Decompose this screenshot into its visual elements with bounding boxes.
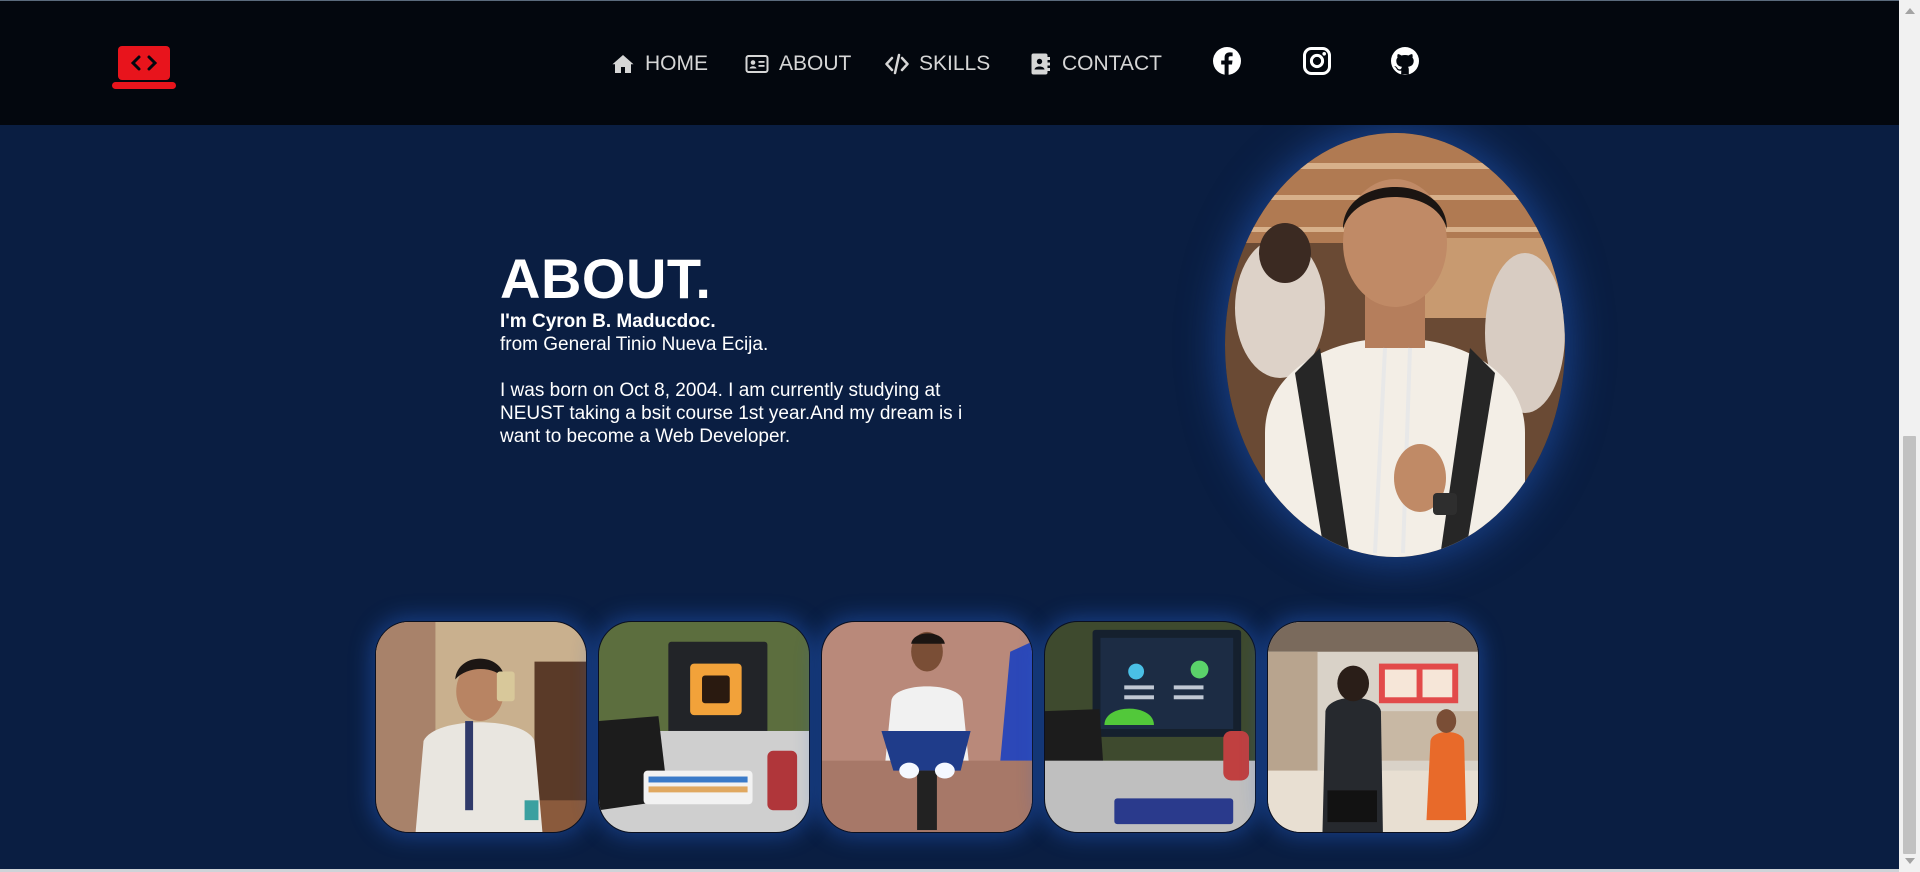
- gallery-photo-computer-monitor[interactable]: [1044, 621, 1256, 833]
- about-name: I'm Cyron B. Maducdoc.: [500, 311, 716, 332]
- id-card-icon: [745, 55, 769, 73]
- gallery-photo-restaurant[interactable]: [1267, 621, 1479, 833]
- nav-about-label: ABOUT: [779, 52, 852, 75]
- gallery-photo-motorcycle[interactable]: [821, 621, 1033, 833]
- gallery-photo-selfie[interactable]: [375, 621, 587, 833]
- nav-link-about[interactable]: ABOUT: [745, 50, 851, 78]
- window-top-border: [0, 0, 1899, 1]
- facebook-icon[interactable]: [1212, 46, 1242, 76]
- github-icon[interactable]: [1390, 46, 1420, 76]
- scrollbar-thumb[interactable]: [1903, 436, 1916, 854]
- vertical-scrollbar[interactable]: [1899, 0, 1920, 872]
- nav-skills-label: SKILLS: [919, 52, 991, 75]
- photo-gallery: [375, 621, 1479, 833]
- profile-portrait: [1225, 133, 1565, 557]
- nav-link-home[interactable]: HOME: [611, 50, 708, 78]
- nav-link-contact[interactable]: CONTACT: [1028, 50, 1162, 78]
- about-text-block: ABOUT. I'm Cyron B. Maducdoc. from Gener…: [500, 248, 1000, 448]
- about-bio: I was born on Oct 8, 2004. I am currentl…: [500, 380, 963, 447]
- nav-home-label: HOME: [645, 52, 708, 75]
- scroll-up-arrow-icon[interactable]: [1905, 8, 1915, 14]
- nav-contact-label: CONTACT: [1062, 52, 1162, 75]
- gallery-photo-desk-setup[interactable]: [598, 621, 810, 833]
- nav-link-skills[interactable]: SKILLS: [885, 50, 990, 78]
- instagram-icon[interactable]: [1302, 46, 1332, 76]
- about-section: ABOUT. I'm Cyron B. Maducdoc. from Gener…: [0, 125, 1899, 872]
- about-from: from General Tinio Nueva Ecija.: [500, 334, 769, 355]
- address-book-icon: [1031, 53, 1050, 75]
- code-icon: [885, 53, 909, 75]
- about-title: ABOUT.: [500, 247, 712, 310]
- navbar: HOME ABOUT SKILLS CONTACT: [0, 0, 1899, 125]
- home-icon: [612, 55, 634, 73]
- scroll-down-arrow-icon[interactable]: [1905, 858, 1915, 864]
- logo-laptop-code-icon[interactable]: [112, 45, 176, 91]
